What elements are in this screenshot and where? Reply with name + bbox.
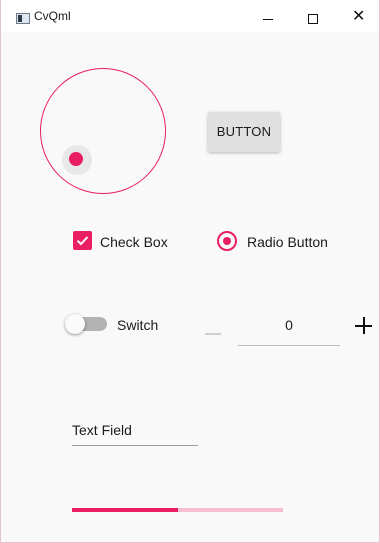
checkbox[interactable] (73, 231, 92, 250)
radio-button-label[interactable]: Radio Button (247, 234, 328, 250)
minimize-button[interactable] (245, 7, 291, 29)
switch-label[interactable]: Switch (117, 317, 158, 333)
switch-thumb[interactable] (65, 314, 85, 334)
close-button[interactable]: ✕ (335, 7, 379, 29)
app-icon (16, 13, 30, 24)
spinbox-value[interactable]: 0 (238, 317, 340, 333)
spinbox-increment-icon[interactable] (354, 316, 374, 336)
checkbox-label[interactable]: Check Box (100, 234, 168, 250)
minimize-icon (263, 19, 273, 20)
text-field[interactable]: Text Field (72, 418, 198, 446)
maximize-icon (308, 14, 318, 24)
radio-button[interactable] (217, 231, 237, 251)
maximize-button[interactable] (290, 7, 336, 29)
text-field-underline (72, 445, 198, 446)
checkmark-icon (76, 236, 89, 246)
text-field-value[interactable]: Text Field (72, 422, 132, 438)
spinbox-underline (238, 345, 340, 346)
dial-handle[interactable] (69, 152, 83, 166)
app-window: CvQml ✕ BUTTON Check Box Radio Button Sw… (0, 0, 380, 543)
push-button[interactable]: BUTTON (208, 112, 280, 152)
title-bar: CvQml ✕ (1, 0, 379, 32)
progress-bar (72, 508, 283, 512)
close-icon: ✕ (352, 8, 366, 25)
radio-dot-icon (223, 237, 231, 245)
spinbox-decrement-icon[interactable] (205, 333, 221, 335)
progress-fill (72, 508, 178, 512)
dial[interactable] (40, 68, 166, 194)
window-title: CvQml (34, 9, 71, 23)
